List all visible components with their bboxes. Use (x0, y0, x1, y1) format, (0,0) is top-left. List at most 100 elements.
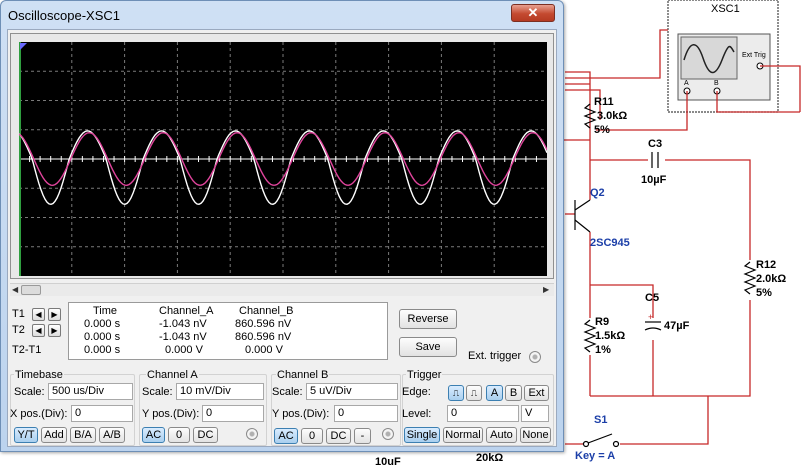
t1-label: T1 (12, 308, 25, 320)
channel-a-ypos-field[interactable]: 0 (202, 405, 264, 422)
scope-display[interactable] (18, 42, 548, 276)
t2-label: T2 (12, 324, 25, 336)
t2-t1-label: T2-T1 (12, 344, 42, 356)
port-b-label: B (714, 80, 719, 87)
t2-time: 0.000 s (84, 331, 121, 343)
trigger-none-button[interactable]: None (520, 427, 551, 443)
timebase-xpos-field[interactable]: 0 (71, 405, 133, 422)
channel-a-zero-button[interactable]: 0 (168, 427, 190, 443)
scroll-right-icon[interactable]: ▶ (543, 285, 549, 294)
r11-name: R11 (594, 96, 614, 108)
channel-a-terminal[interactable] (246, 428, 258, 440)
q2-part: 2SC945 (590, 237, 630, 249)
r12-name: R12 (756, 259, 777, 271)
measurement-table: Time Channel_A Channel_B 0.000 s -1.043 … (68, 302, 388, 360)
close-button[interactable]: ✕ (511, 4, 555, 22)
c5-value: 47µF (664, 320, 690, 332)
edge-falling-icon[interactable]: ⎍ (466, 385, 482, 401)
window-client: ◀ ▶ T1 ◀ ▶ T2 ◀ ▶ T2-T1 Time Channel_A C… (7, 29, 557, 447)
r9-tolerance: 1% (595, 344, 611, 356)
t1-right-arrow-icon[interactable]: ▶ (48, 308, 61, 321)
channel-b-scale-field[interactable]: 5 uV/Div (306, 383, 398, 400)
time-scrollbar[interactable]: ◀ ▶ (10, 283, 554, 296)
channel-b-terminal[interactable] (382, 428, 394, 440)
ext-trigger-label: Ext. trigger (468, 350, 522, 362)
t2-channel-a: -1.043 nV (159, 331, 207, 343)
timebase-xpos-label: X pos.(Div): (10, 408, 68, 420)
channel-b-ac-button[interactable]: AC (274, 428, 298, 444)
channel-a-ypos-label: Y pos.(Div): (142, 408, 200, 420)
r11-tolerance: 5% (594, 124, 610, 136)
trigger-level-unit[interactable]: V (521, 405, 549, 422)
trigger-level-field[interactable]: 0 (447, 405, 519, 422)
grid (18, 42, 547, 276)
channel-b-invert-button[interactable]: - (354, 428, 371, 444)
c5-name: C5 (645, 292, 660, 304)
delta-time: 0.000 s (84, 344, 121, 356)
trigger-auto-button[interactable]: Auto (486, 427, 517, 443)
trigger-marker-icon (20, 43, 27, 50)
mode-yt-button[interactable]: Y/T (14, 427, 38, 443)
delta-channel-b: 0.000 V (245, 344, 283, 356)
instrument-name: XSC1 (711, 3, 740, 15)
ext-trigger-terminal[interactable] (529, 351, 541, 363)
r11-value: 3.0kΩ (597, 110, 628, 122)
channel-a-ac-button[interactable]: AC (142, 427, 165, 443)
scrollbar-thumb[interactable] (21, 285, 41, 295)
c3-name: C3 (648, 138, 663, 150)
r12-value: 2.0kΩ (756, 273, 787, 285)
channel-a-title: Channel A (146, 369, 199, 381)
save-button[interactable]: Save (399, 337, 457, 357)
bottom-cap-value: 10uF (375, 456, 401, 468)
edge-rising-icon[interactable]: ⎍ (448, 385, 464, 401)
t2-left-arrow-icon[interactable]: ◀ (32, 324, 45, 337)
channel-a-scale-field[interactable]: 10 mV/Div (176, 383, 264, 400)
r9-value: 1.5kΩ (595, 330, 626, 342)
channel-b-dc-button[interactable]: DC (326, 428, 351, 444)
port-a-label: A (684, 80, 689, 87)
s1-key: Key = A (575, 450, 616, 462)
scroll-left-icon[interactable]: ◀ (12, 285, 18, 294)
channel-b-ypos-field[interactable]: 0 (334, 405, 398, 422)
trigger-source-ext-button[interactable]: Ext (524, 385, 549, 401)
timebase-scale-field[interactable]: 500 us/Div (48, 383, 133, 400)
waveform-plot (18, 42, 548, 276)
timebase-scale-label: Scale: (14, 386, 45, 398)
trigger-level-label: Level: (402, 408, 432, 420)
channel-b-zero-button[interactable]: 0 (301, 428, 323, 444)
t1-channel-a: -1.043 nV (159, 318, 207, 330)
t1-channel-b: 860.596 nV (235, 318, 292, 330)
c3-value: 10µF (641, 174, 667, 186)
s1-name: S1 (594, 414, 608, 426)
title-bar[interactable]: Oscilloscope-XSC1 ✕ (1, 1, 563, 29)
channel-a-scale-label: Scale: (142, 386, 173, 398)
delta-channel-a: 0.000 V (165, 344, 203, 356)
trigger-edge-label: Edge: (402, 386, 431, 398)
t1-time: 0.000 s (84, 318, 121, 330)
channel-b-title: Channel B (276, 369, 330, 381)
channel-b-ypos-label: Y pos.(Div): (272, 408, 330, 420)
header-time: Time (93, 305, 118, 317)
oscilloscope-window[interactable]: Oscilloscope-XSC1 ✕ ◀ ▶ T1 ◀ ▶ T2 ◀ ▶ T2… (0, 0, 564, 452)
channel-a-dc-button[interactable]: DC (193, 427, 218, 443)
bottom-res-value: 20kΩ (476, 452, 504, 464)
mode-ab-button[interactable]: A/B (99, 427, 125, 443)
r12-tolerance: 5% (756, 287, 772, 299)
header-channel-b: Channel_B (239, 305, 294, 317)
svg-text:+: + (648, 312, 653, 322)
trigger-source-a-button[interactable]: A (486, 385, 503, 401)
window-title: Oscilloscope-XSC1 (8, 8, 120, 23)
trigger-normal-button[interactable]: Normal (443, 427, 483, 443)
channel-b-scale-label: Scale: (272, 386, 303, 398)
ext-trig-label: Ext Trig (742, 52, 766, 59)
t1-left-arrow-icon[interactable]: ◀ (32, 308, 45, 321)
t2-right-arrow-icon[interactable]: ▶ (48, 324, 61, 337)
trigger-single-button[interactable]: Single (404, 427, 440, 443)
mode-add-button[interactable]: Add (41, 427, 67, 443)
mode-ba-button[interactable]: B/A (70, 427, 96, 443)
header-channel-a: Channel_A (159, 305, 214, 317)
trigger-source-b-button[interactable]: B (505, 385, 522, 401)
timebase-title: Timebase (14, 369, 64, 381)
trigger-title: Trigger (406, 369, 443, 381)
reverse-button[interactable]: Reverse (399, 309, 457, 329)
